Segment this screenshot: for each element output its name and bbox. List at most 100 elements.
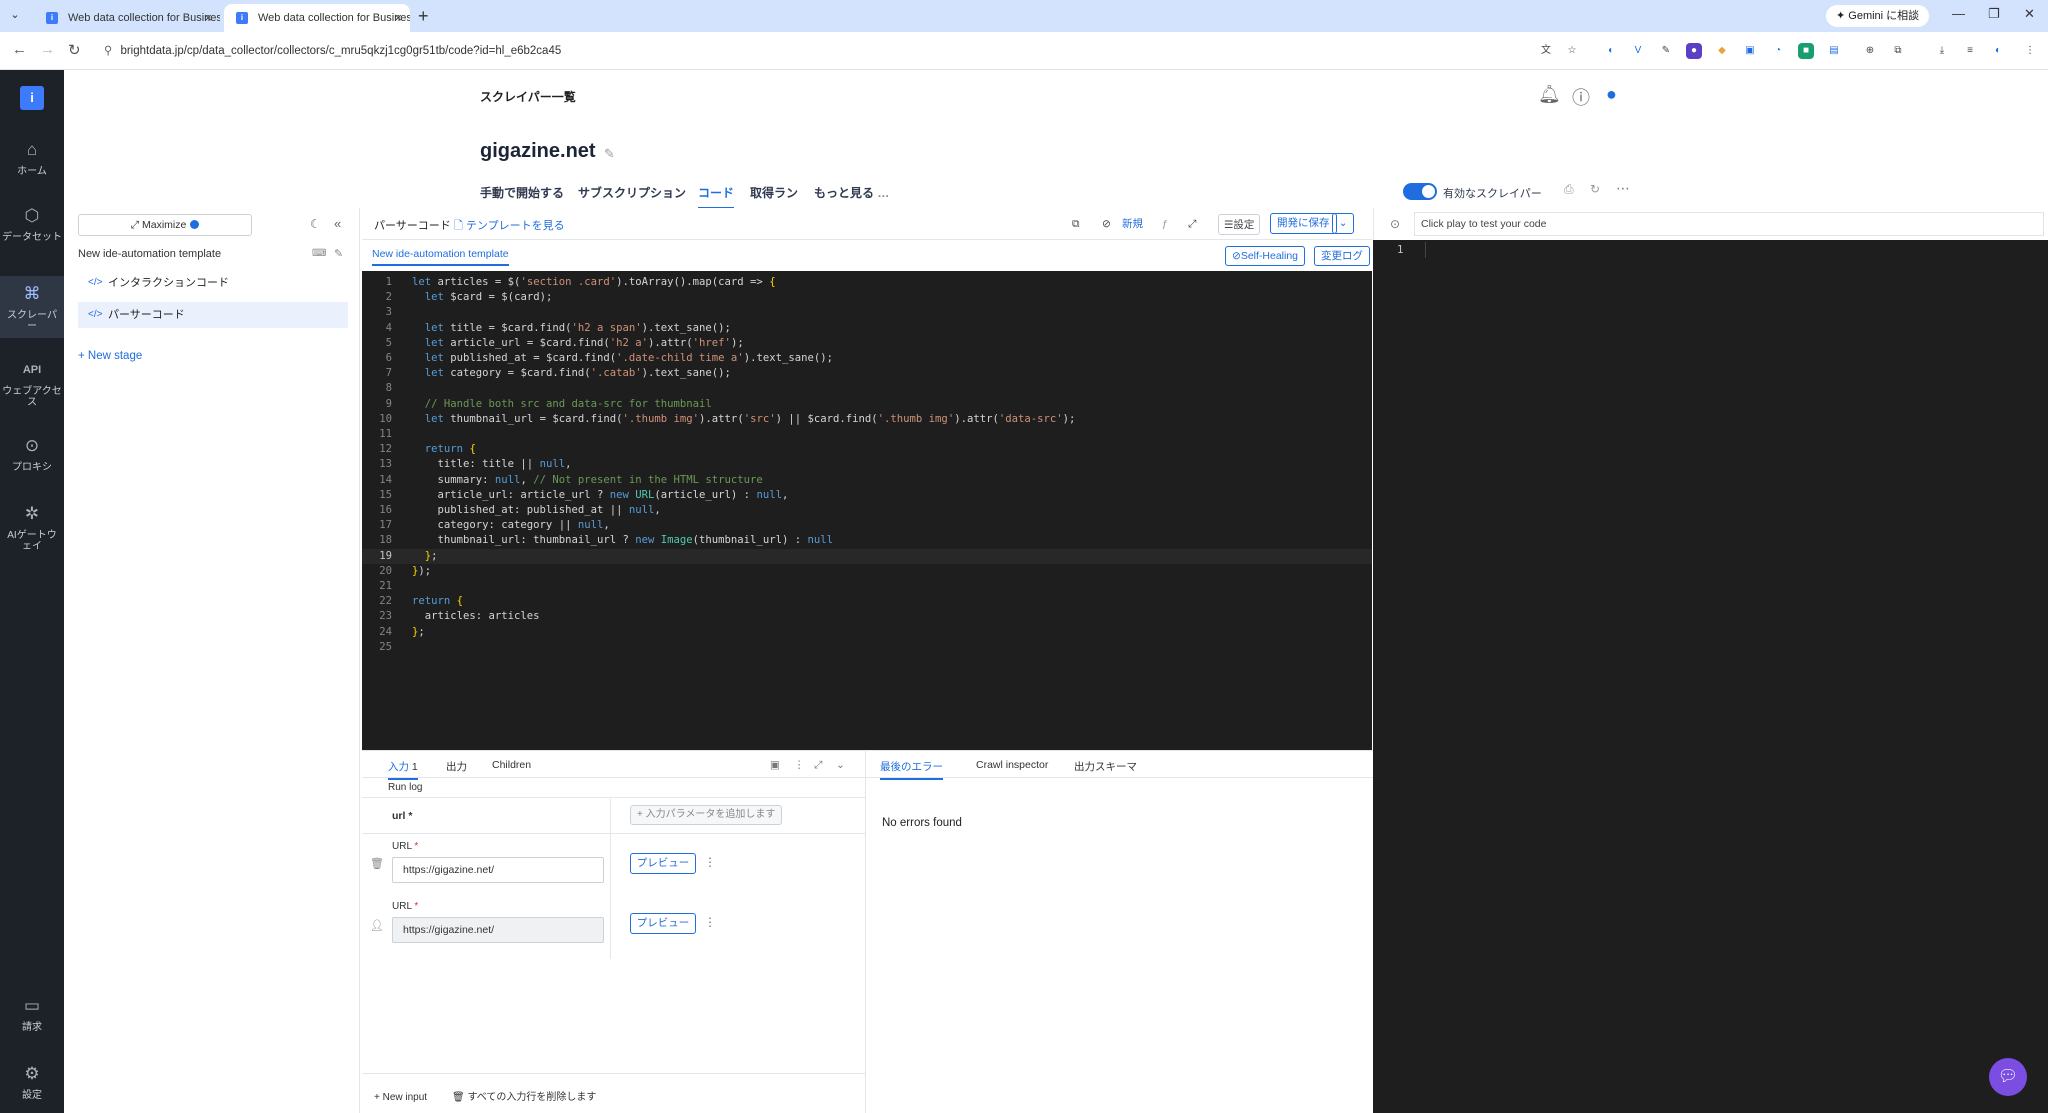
edit-template-icon[interactable]: ✎ bbox=[334, 247, 343, 260]
save-dev-button[interactable]: 開発に保存 bbox=[1270, 213, 1337, 234]
open-external-icon[interactable]: ⧉ bbox=[1072, 214, 1080, 234]
rail-item-scrapers[interactable]: ⌘ スクレーパー bbox=[0, 276, 64, 338]
forward-icon[interactable]: → bbox=[40, 41, 55, 58]
test-code-hint[interactable]: Click play to test your code bbox=[1414, 212, 2044, 236]
stage-item-interaction[interactable]: </> インタラクションコード bbox=[78, 270, 348, 296]
translate-icon[interactable]: 文 bbox=[1538, 43, 1554, 59]
code-line[interactable]: 9 // Handle both src and data-src for th… bbox=[362, 397, 1372, 412]
row-menu-icon[interactable]: ⋮ bbox=[704, 915, 716, 929]
tab-children[interactable]: Children bbox=[492, 759, 531, 771]
code-tab-template[interactable]: New ide-automation template bbox=[372, 248, 509, 266]
code-line[interactable]: 23 articles: articles bbox=[362, 609, 1372, 624]
extension-icon[interactable]: ✎ bbox=[1658, 43, 1674, 59]
reload-icon[interactable]: ↻ bbox=[68, 41, 81, 59]
fullscreen-icon[interactable]: ⤢ bbox=[1188, 214, 1196, 234]
tab-output[interactable]: 出力 bbox=[446, 759, 467, 774]
code-line[interactable]: 22 return { bbox=[362, 594, 1372, 609]
code-line[interactable]: 1 let articles = $('section .card').toArr… bbox=[362, 275, 1372, 290]
new-tab-icon[interactable]: + bbox=[418, 6, 429, 27]
run-log-link[interactable]: Run log bbox=[388, 782, 422, 793]
code-line[interactable]: 16 published_at: published_at || null, bbox=[362, 503, 1372, 518]
new-button[interactable]: 新規 bbox=[1122, 214, 1143, 234]
close-tab-icon[interactable]: × bbox=[394, 4, 402, 32]
dark-mode-icon[interactable]: ☾ bbox=[310, 217, 321, 231]
profile-icon[interactable]: ◐ bbox=[1990, 43, 2006, 59]
refresh-icon[interactable]: ↻ bbox=[1590, 182, 1600, 196]
extension-icon[interactable]: V bbox=[1630, 43, 1646, 59]
extension-icon[interactable]: ◔ bbox=[1770, 43, 1786, 59]
rail-item-web-access[interactable]: API ウェブアクセス bbox=[0, 360, 64, 408]
row-menu-icon[interactable]: ⋮ bbox=[704, 855, 716, 869]
rail-item-home[interactable]: ⌂ ホーム bbox=[0, 140, 64, 177]
code-line[interactable]: 15 article_url: article_url ? new URL(ar… bbox=[362, 488, 1372, 503]
vertical-dots-icon[interactable]: ⋮ bbox=[794, 759, 805, 771]
code-line[interactable]: 11 bbox=[362, 427, 1372, 442]
collapse-panel-icon[interactable]: « bbox=[334, 216, 341, 231]
account-avatar[interactable]: ● bbox=[1606, 84, 1617, 105]
rail-item-proxy[interactable]: ⊙ プロキシ bbox=[0, 436, 64, 473]
new-stage-button[interactable]: + New stage bbox=[78, 350, 142, 362]
keyboard-icon[interactable]: ⌨ bbox=[312, 248, 326, 259]
code-line[interactable]: 5 let article_url = $card.find('h2 a').a… bbox=[362, 336, 1372, 351]
edit-title-icon[interactable]: ✎ bbox=[604, 146, 615, 162]
code-line[interactable]: 6 let published_at = $card.find('.date-c… bbox=[362, 351, 1372, 366]
rail-item-ai-gateway[interactable]: ✲ AIゲートウェイ bbox=[0, 504, 64, 552]
site-info-icon[interactable]: ⚲ bbox=[104, 45, 112, 57]
code-line[interactable]: 7 let category = $card.find('.catab').te… bbox=[362, 366, 1372, 381]
notification-bell-icon[interactable]: 🔔︎ bbox=[1538, 84, 1561, 105]
rail-item-billing[interactable]: ▭ 請求 bbox=[0, 996, 64, 1033]
tab-output-schema[interactable]: 出力スキーマ bbox=[1074, 759, 1137, 774]
chat-support-icon[interactable]: 💬︎ bbox=[1989, 1058, 2027, 1096]
view-template-link[interactable]: 🗋︎ テンプレートを見る bbox=[454, 217, 565, 236]
changelog-button[interactable]: 変更ログ bbox=[1314, 246, 1370, 266]
tag-icon[interactable]: ⊘ bbox=[1102, 214, 1111, 234]
code-line[interactable]: 12 return { bbox=[362, 442, 1372, 457]
code-line[interactable]: 4 let title = $card.find('h2 a span').te… bbox=[362, 321, 1372, 336]
new-input-button[interactable]: + New input bbox=[374, 1092, 427, 1103]
code-line[interactable]: 3 bbox=[362, 305, 1372, 320]
self-healing-button[interactable]: ⊘Self-Healing bbox=[1225, 246, 1306, 266]
browser-tab-active[interactable]: i Web data collection for Business × bbox=[224, 4, 410, 32]
code-line[interactable]: 20}); bbox=[362, 564, 1372, 579]
download-icon[interactable]: ⤓ bbox=[1934, 43, 1950, 59]
extension-icon[interactable]: ◆ bbox=[1714, 43, 1730, 59]
collapse-chevron-icon[interactable]: ⌄ bbox=[836, 759, 845, 771]
reading-mode-icon[interactable]: ≡ bbox=[1962, 43, 1978, 59]
tab-search-chevron-icon[interactable]: ⌄ bbox=[6, 8, 24, 26]
active-scraper-toggle[interactable] bbox=[1403, 183, 1437, 200]
tab-runs[interactable]: 取得ラン bbox=[750, 184, 798, 201]
code-line[interactable]: 14 summary: null, // Not present in the … bbox=[362, 473, 1372, 488]
maximize-button[interactable]: ⤢ Maximize bbox=[78, 214, 252, 236]
delete-all-inputs-button[interactable]: 🗑︎ すべての入力行を削除します bbox=[452, 1088, 596, 1103]
extension-icon[interactable]: ● bbox=[1686, 43, 1702, 59]
stage-item-parser[interactable]: </> パーサーコード bbox=[78, 302, 348, 328]
tab-crawl-inspector[interactable]: Crawl inspector bbox=[976, 759, 1048, 771]
restore-icon[interactable]: ❐ bbox=[1988, 6, 2000, 22]
save-dropdown-chevron-icon[interactable]: ⌄ bbox=[1332, 213, 1354, 234]
tab-subscription[interactable]: サブスクリプション bbox=[578, 184, 686, 201]
extension-icon[interactable]: ⊕ bbox=[1862, 43, 1878, 59]
code-line[interactable]: 18 thumbnail_url: thumbnail_url ? new Im… bbox=[362, 533, 1372, 548]
trash-icon[interactable]: 🗑︎ bbox=[370, 857, 384, 870]
more-options-icon[interactable]: ⋯ bbox=[1616, 180, 1630, 197]
expand-icon[interactable]: ⤢ bbox=[814, 759, 822, 772]
code-line[interactable]: 21 bbox=[362, 579, 1372, 594]
rail-item-settings[interactable]: ⚙ 設定 bbox=[0, 1064, 64, 1101]
brightdata-logo[interactable]: i bbox=[20, 86, 44, 110]
tab-more[interactable]: もっと見る … bbox=[814, 184, 889, 201]
breadcrumb[interactable]: スクレイパー一覧 bbox=[480, 88, 576, 105]
preview-button[interactable]: プレビュー bbox=[630, 853, 696, 874]
code-line[interactable]: 24}; bbox=[362, 625, 1372, 640]
extension-icon[interactable]: ■ bbox=[1798, 43, 1814, 59]
tab-code[interactable]: コード bbox=[698, 184, 735, 209]
extensions-puzzle-icon[interactable]: ⧉ bbox=[1890, 43, 1906, 59]
extension-icon[interactable]: ▣ bbox=[1742, 43, 1758, 59]
play-icon[interactable]: ⊙ bbox=[1390, 217, 1400, 231]
extension-icon[interactable]: ◖ bbox=[1602, 43, 1618, 59]
rail-item-datasets[interactable]: ⬡ データセット bbox=[0, 206, 64, 243]
print-icon[interactable]: ⎙ bbox=[1564, 182, 1574, 197]
close-tab-icon[interactable]: × bbox=[204, 4, 212, 32]
code-line[interactable]: 10 let thumbnail_url = $card.find('.thum… bbox=[362, 412, 1372, 427]
minimize-icon[interactable]: — bbox=[1952, 6, 1965, 21]
code-line[interactable]: 17 category: category || null, bbox=[362, 518, 1372, 533]
